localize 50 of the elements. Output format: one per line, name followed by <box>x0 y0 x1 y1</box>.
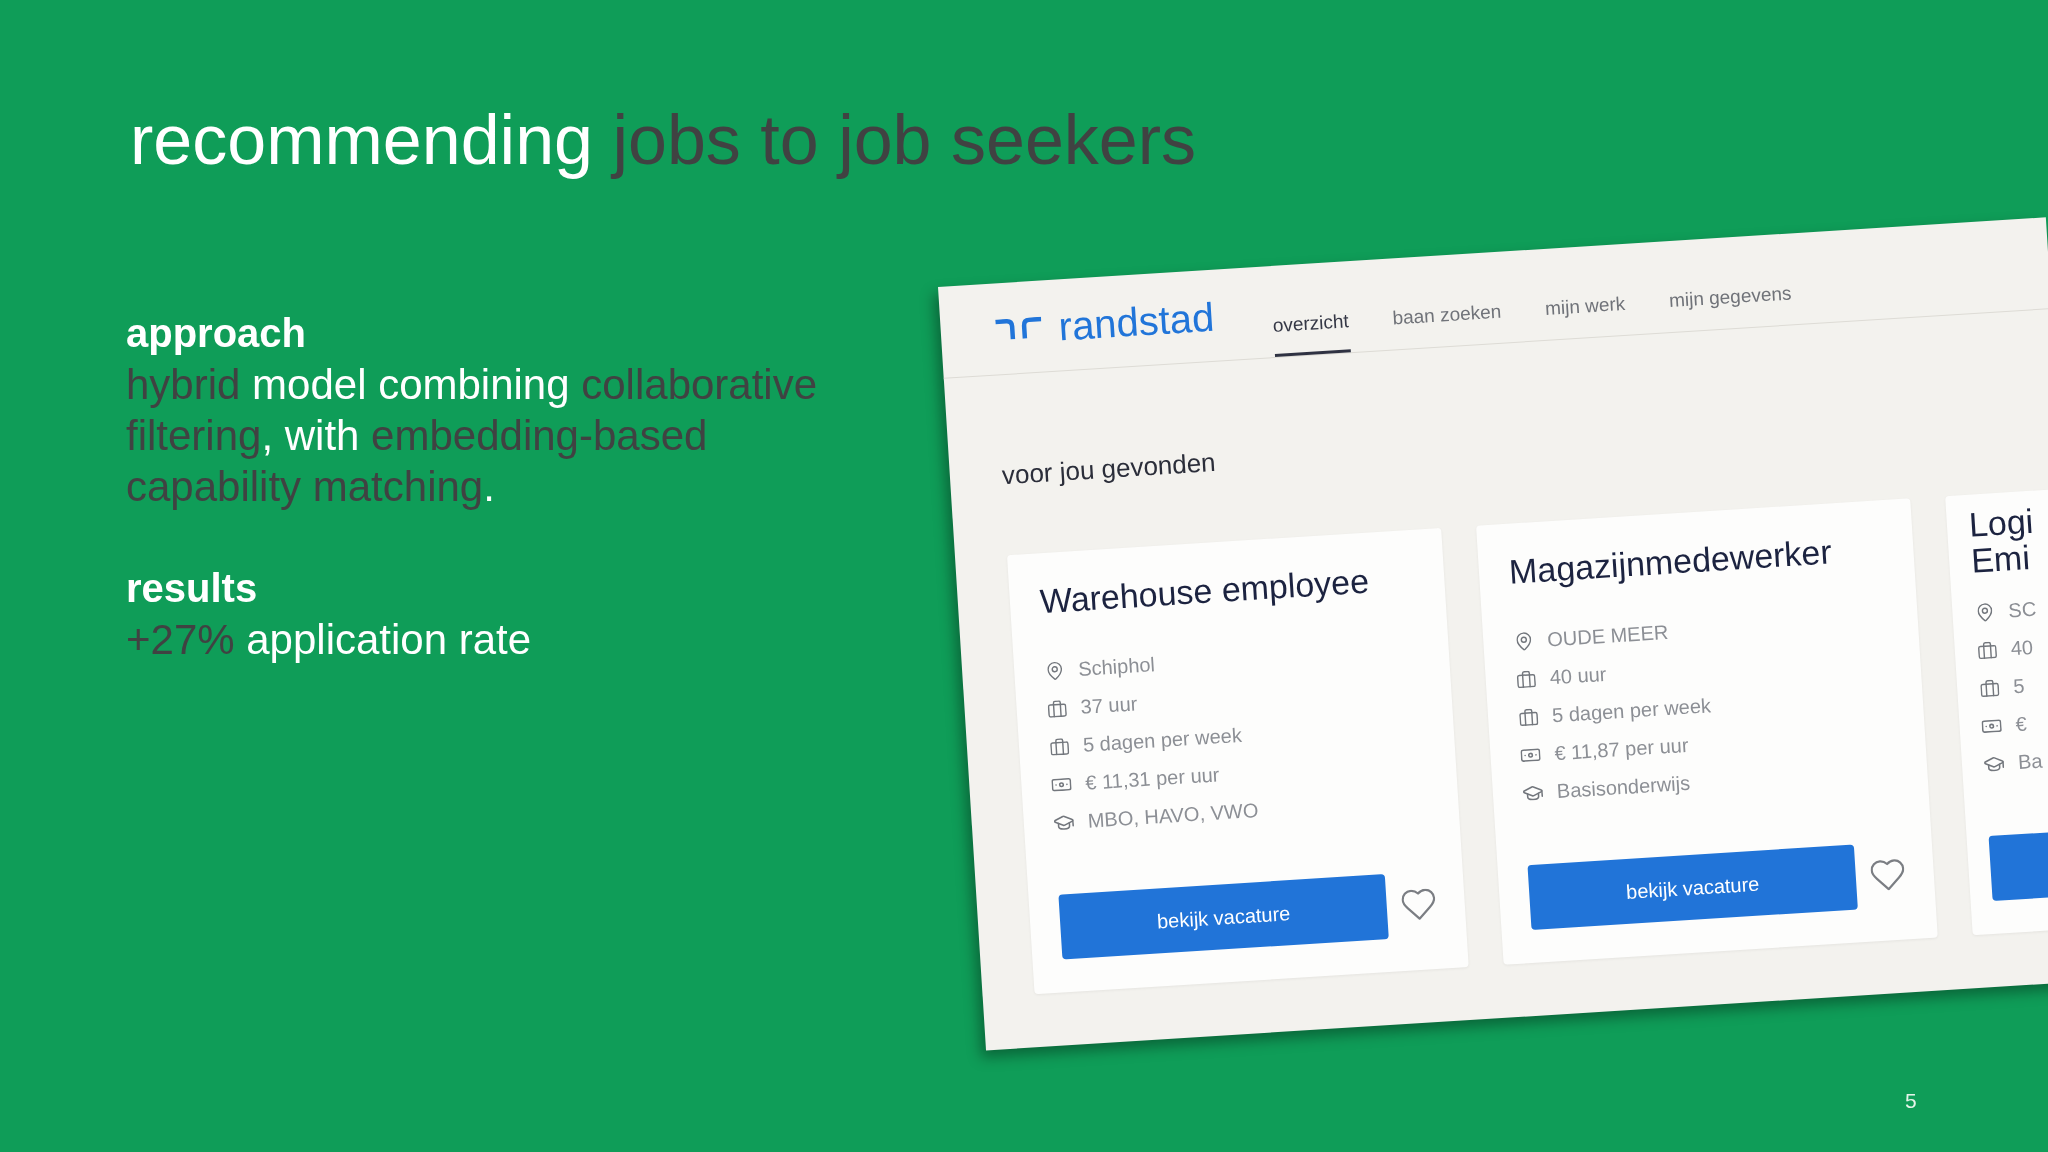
section-heading: approach <box>126 310 307 357</box>
job-detail: OUDE MEER <box>1546 619 1670 653</box>
logo-icon <box>995 316 1043 341</box>
graduation-cap-icon <box>1053 814 1075 831</box>
map-pin-icon <box>1515 631 1532 651</box>
job-detail: 40 <box>2010 635 2034 662</box>
nav-tab[interactable]: mijn werk <box>1543 283 1628 340</box>
slide-title: recommending jobs to job seekers <box>130 100 1197 181</box>
job-detail: 5 dagen per week <box>1082 722 1243 758</box>
banknote-icon <box>1981 718 2002 733</box>
briefcase-icon <box>1979 678 2000 697</box>
job-detail: SC <box>2007 596 2037 624</box>
nav-tab[interactable]: baan zoeken <box>1391 291 1504 350</box>
heart-icon[interactable] <box>1400 888 1437 922</box>
job-detail: 5 dagen per week <box>1551 693 1712 729</box>
banknote-icon <box>1520 747 1541 762</box>
briefcase-icon <box>1049 737 1070 756</box>
graduation-cap-icon <box>1522 784 1544 801</box>
job-detail: € <box>2014 711 2028 738</box>
map-pin-icon <box>1976 602 1993 622</box>
page-number: 5 <box>1905 1088 1917 1114</box>
job-detail: MBO, HAVO, VWO <box>1087 797 1260 834</box>
job-title: Logi Emi <box>1967 500 2036 579</box>
job-detail: Schiphol <box>1077 652 1156 682</box>
briefcase-icon <box>1046 699 1067 718</box>
briefcase-icon <box>1518 707 1539 726</box>
job-detail: Ba <box>2017 748 2044 776</box>
job-detail: € 11,87 per uur <box>1553 732 1690 767</box>
job-detail: 37 uur <box>1079 691 1139 720</box>
view-vacancy-button[interactable]: bekijk vacature <box>1058 874 1389 960</box>
nav-tab[interactable]: overzicht <box>1271 301 1351 357</box>
section-title: voor jou gevonden <box>1000 445 1217 492</box>
job-detail: 5 <box>2012 673 2026 700</box>
graduation-cap-icon <box>1983 755 2005 772</box>
section-text: hybrid model combining collaborative filtering, with embedding-based capability matching. <box>126 360 819 512</box>
briefcase-icon <box>1515 669 1536 688</box>
section-text: +27% application rate <box>126 615 533 665</box>
section-heading: results <box>126 565 258 612</box>
job-detail: Basisonderwijs <box>1556 770 1691 805</box>
job-title: Magazijnmedewerker <box>1507 533 1833 590</box>
job-detail: 40 uur <box>1548 661 1608 691</box>
job-detail: € 11,31 per uur <box>1084 762 1221 796</box>
brand-name: randstad <box>1057 294 1216 348</box>
nav-tab[interactable]: mijn gegevens <box>1667 273 1794 333</box>
heart-icon[interactable] <box>1869 858 1906 892</box>
job-title: Warehouse employee <box>1038 562 1370 620</box>
map-pin-icon <box>1046 660 1063 681</box>
banknote-icon <box>1051 777 1072 792</box>
view-vacancy-button[interactable]: bekijk vacature <box>1527 844 1858 930</box>
briefcase-icon <box>1976 640 1997 659</box>
